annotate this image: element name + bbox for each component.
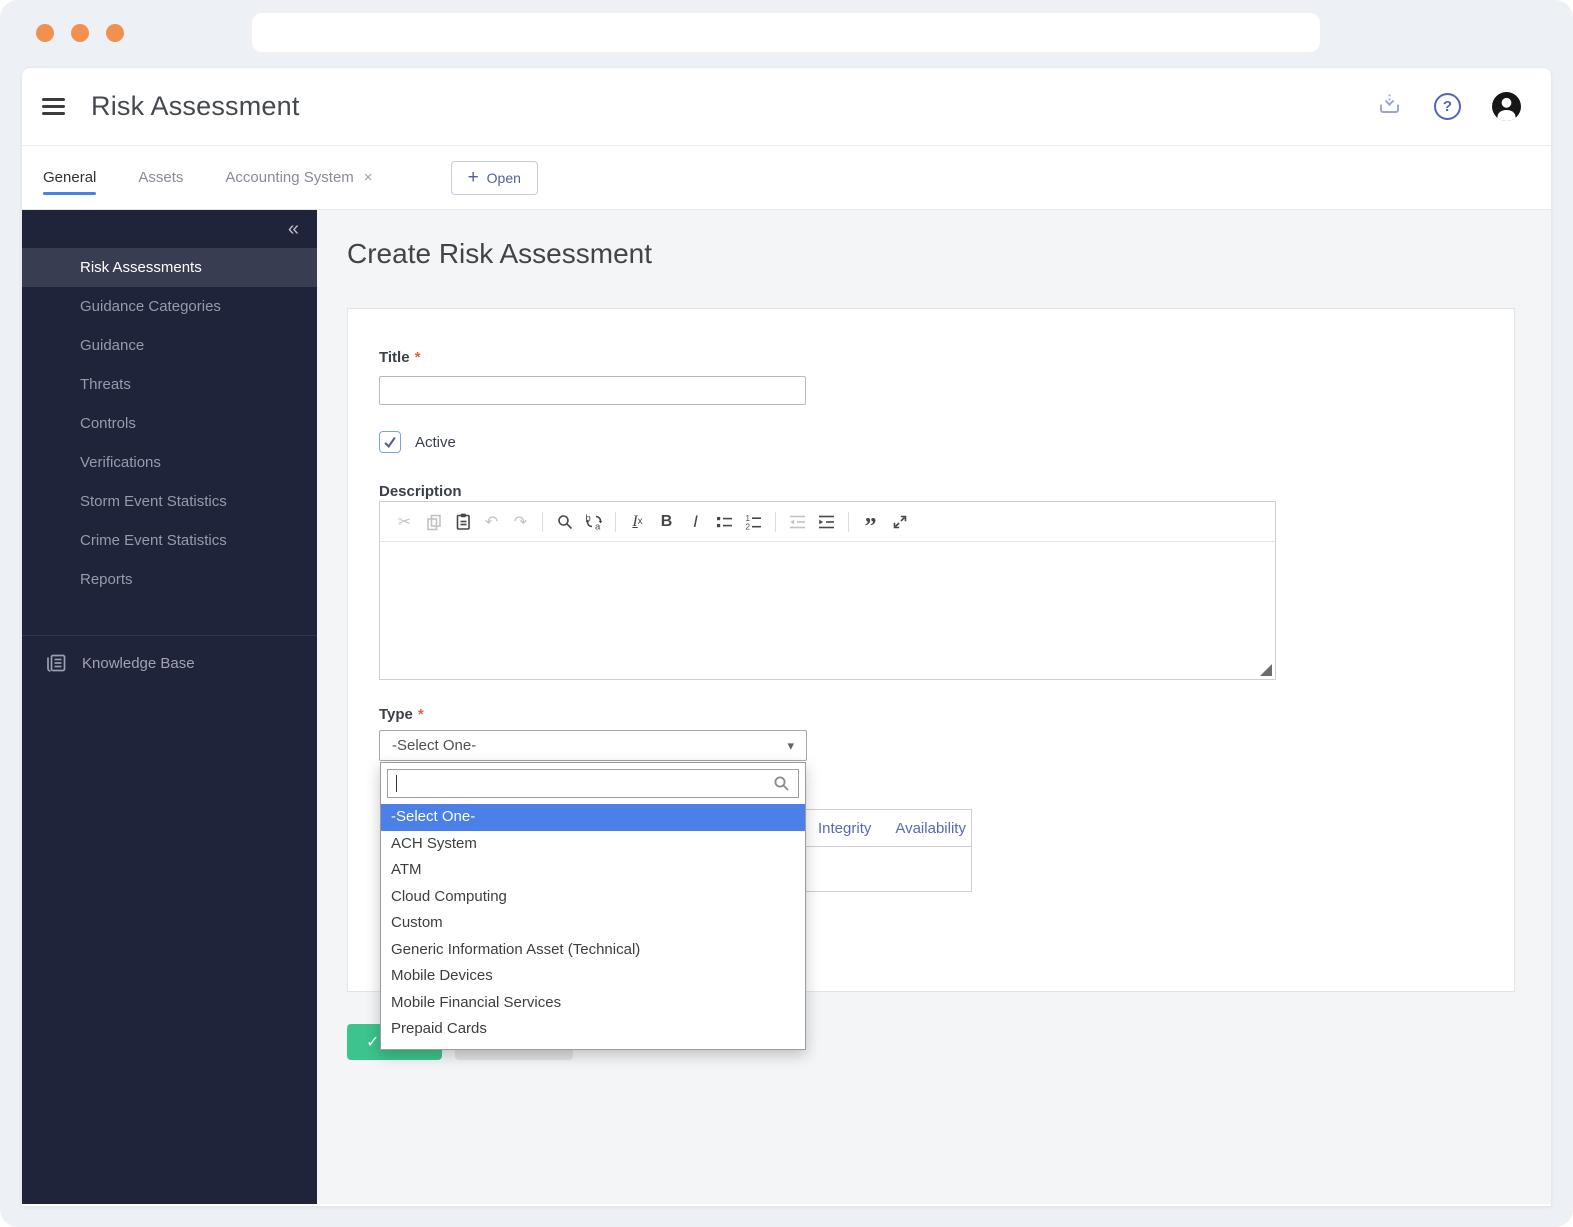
bold-icon[interactable]: B — [656, 510, 677, 534]
copy-icon[interactable] — [423, 510, 444, 534]
dropdown-option[interactable]: ACH System — [381, 831, 805, 858]
sidebar: « Risk Assessments Guidance Categories G… — [22, 210, 317, 1204]
description-label: Description — [379, 483, 462, 500]
dropdown-option[interactable]: Mobile Devices — [381, 963, 805, 990]
redo-icon[interactable]: ↷ — [510, 510, 531, 534]
dropdown-search-input[interactable] — [397, 775, 773, 792]
italic-icon[interactable]: I — [685, 510, 706, 534]
sidebar-item-risk-assessments[interactable]: Risk Assessments — [22, 248, 317, 287]
dropdown-option[interactable]: ATM — [381, 857, 805, 884]
editor-content-area[interactable] — [380, 542, 1275, 679]
active-checkbox[interactable] — [379, 431, 401, 453]
window-control-dot[interactable] — [36, 24, 54, 42]
address-bar[interactable] — [252, 13, 1320, 52]
close-tab-icon[interactable]: × — [364, 169, 373, 186]
download-icon[interactable] — [1376, 91, 1403, 123]
sidebar-item-verifications[interactable]: Verifications — [22, 443, 317, 482]
increase-indent-icon[interactable] — [816, 510, 837, 534]
window-controls — [36, 24, 124, 42]
find-icon[interactable] — [554, 510, 575, 534]
sidebar-item-reports[interactable]: Reports — [22, 560, 317, 599]
dropdown-option[interactable]: Custom — [381, 910, 805, 937]
help-icon[interactable]: ? — [1434, 93, 1461, 120]
tab-integrity[interactable]: Integrity — [818, 820, 871, 837]
dropdown-option[interactable]: Prepaid Cards — [381, 1016, 805, 1043]
title-label: Title * — [379, 349, 421, 366]
sidebar-item-knowledge-base[interactable]: Knowledge Base — [22, 636, 317, 690]
menu-icon[interactable] — [42, 91, 74, 123]
dropdown-option[interactable]: Cloud Computing — [381, 884, 805, 911]
sidebar-item-crime-event-statistics[interactable]: Crime Event Statistics — [22, 521, 317, 560]
chevron-down-icon: ▾ — [787, 737, 794, 753]
dropdown-option[interactable]: Generic Information Asset (Technical) — [381, 937, 805, 964]
sidebar-item-threats[interactable]: Threats — [22, 365, 317, 404]
app-header: Risk Assessment ? — [22, 68, 1551, 146]
tab-bar: General Assets Accounting System × + Ope… — [22, 146, 1551, 210]
sidebar-item-storm-event-statistics[interactable]: Storm Event Statistics — [22, 482, 317, 521]
tab-assets[interactable]: Assets — [138, 146, 183, 209]
numbered-list-icon[interactable]: 1 2 — [743, 510, 764, 534]
dropdown-option[interactable]: Mobile Financial Services — [381, 990, 805, 1017]
app-title: Risk Assessment — [91, 91, 300, 121]
type-label: Type * — [379, 706, 424, 723]
tab-accounting-system[interactable]: Accounting System × — [225, 146, 372, 209]
required-marker: * — [417, 706, 424, 723]
bulleted-list-icon[interactable] — [714, 510, 735, 534]
active-label: Active — [415, 433, 456, 451]
window-control-dot[interactable] — [106, 24, 124, 42]
required-marker: * — [414, 349, 421, 366]
sidebar-item-guidance-categories[interactable]: Guidance Categories — [22, 287, 317, 326]
main-content: Create Risk Assessment Title * Active De… — [317, 210, 1551, 1204]
svg-text:2: 2 — [746, 522, 751, 531]
tab-general[interactable]: General — [43, 146, 97, 209]
dropdown-search[interactable] — [387, 769, 799, 798]
tab-availability[interactable]: Availability — [895, 820, 966, 837]
svg-text:a: a — [595, 522, 601, 532]
type-select[interactable]: -Select One- ▾ — [379, 730, 807, 761]
editor-toolbar: ✂ ↶ ↷ b a I x B I 1 2 ” — [380, 502, 1275, 542]
page-title: Create Risk Assessment — [347, 238, 652, 269]
cut-icon[interactable]: ✂ — [394, 510, 415, 534]
cia-table: Integrity Availability — [791, 809, 972, 892]
plus-icon: + — [467, 167, 479, 188]
paste-icon[interactable] — [452, 510, 473, 534]
blockquote-icon[interactable]: ” — [860, 510, 881, 539]
collapse-sidebar-icon[interactable]: « — [288, 219, 299, 239]
screen-frame: Risk Assessment ? General Assets Account… — [0, 0, 1573, 1227]
resize-grip[interactable] — [1260, 664, 1272, 676]
remove-format-icon[interactable]: Ix — [627, 510, 648, 534]
dropdown-option[interactable]: RDC - Merchant and Consumer — [381, 1043, 805, 1050]
form-card: Title * Active Description ✂ ↶ ↷ b a I x… — [347, 308, 1515, 1050]
sidebar-item-controls[interactable]: Controls — [22, 404, 317, 443]
type-dropdown-panel: -Select One- ACH System ATM Cloud Comput… — [380, 762, 806, 1050]
decrease-indent-icon[interactable] — [787, 510, 808, 534]
maximize-icon[interactable] — [889, 510, 910, 534]
undo-icon[interactable]: ↶ — [481, 510, 502, 534]
rich-text-editor: ✂ ↶ ↷ b a I x B I 1 2 ” — [379, 501, 1276, 680]
window-control-dot[interactable] — [71, 24, 89, 42]
title-input[interactable] — [379, 376, 806, 405]
search-icon — [774, 776, 789, 791]
dropdown-option[interactable]: -Select One- — [381, 804, 805, 831]
profile-avatar-icon[interactable] — [1492, 92, 1521, 121]
app-window: Risk Assessment ? General Assets Account… — [22, 68, 1551, 1206]
sidebar-item-guidance[interactable]: Guidance — [22, 326, 317, 365]
check-icon: ✓ — [366, 1034, 380, 1051]
open-button[interactable]: + Open — [450, 160, 538, 195]
book-icon — [47, 654, 66, 672]
replace-icon[interactable]: 1 b a — [583, 510, 604, 534]
